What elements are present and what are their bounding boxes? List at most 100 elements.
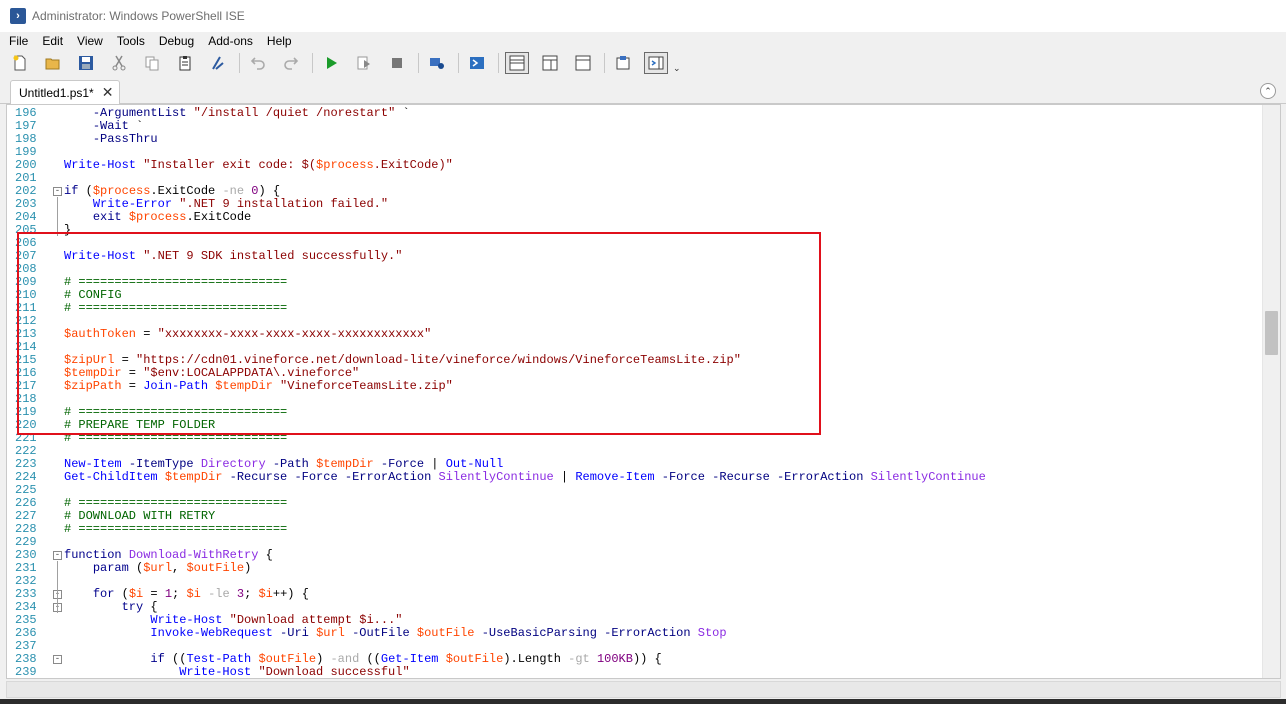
code-line[interactable]: Get-ChildItem $tempDir -Recurse -Force -… [64,471,986,484]
layout-right-icon[interactable] [538,52,562,74]
code-line[interactable]: # ============================= [64,432,287,445]
code-line[interactable]: -PassThru [64,133,158,146]
code-line[interactable]: param ($url, $outFile) [64,562,251,575]
clear-icon[interactable] [206,52,230,74]
fold-toggle-icon[interactable]: - [53,187,62,196]
code-token: # ============================= [64,405,288,419]
code-line[interactable]: Write-Host "Installer exit code: $($proc… [64,159,453,172]
code-token: = [114,353,137,367]
save-icon[interactable] [74,52,98,74]
code-token: SilentlyContinue [438,470,554,484]
code-line[interactable]: Write-Host ".NET 9 SDK installed success… [64,250,402,263]
code-token: -ItemType [128,457,194,471]
code-line[interactable]: $authToken = "xxxxxxxx-xxxx-xxxx-xxxx-xx… [64,328,431,341]
toolbar: ⌄ [0,50,1286,76]
open-icon[interactable] [41,52,65,74]
collapse-script-pane-icon[interactable]: ⌃ [1260,83,1276,99]
menu-addons[interactable]: Add-ons [203,32,258,50]
copy-icon[interactable] [140,52,164,74]
code-token: # ============================= [64,275,288,289]
code-line[interactable]: } [64,224,71,237]
code-line[interactable]: Invoke-WebRequest -Uri $url -OutFile $ou… [64,626,726,640]
layout-top-icon[interactable] [505,52,529,74]
window-title: Administrator: Windows PowerShell ISE [32,9,245,23]
powershell-icon[interactable] [465,52,489,74]
code-token: # CONFIG [64,288,122,302]
code-token: $url [143,561,173,575]
code-token: -Force [380,457,425,471]
code-token: $tempDir [215,379,273,393]
code-token: ; [172,587,187,601]
code-token: if [64,184,79,198]
code-token: "VineforceTeamsLite.zip" [280,379,453,393]
fold-toggle-icon[interactable]: - [53,551,62,560]
layout-max-icon[interactable] [571,52,595,74]
vertical-scrollbar[interactable] [1262,105,1280,678]
code-token: Write-Host [64,249,137,263]
code-token: -ErrorAction [776,470,864,484]
code-token: ++) { [272,587,309,601]
code-token: -UseBasicParsing [481,626,597,640]
menu-file[interactable]: File [4,32,33,50]
code-token: SilentlyContinue [870,470,986,484]
code-line[interactable]: exit $process.ExitCode [64,211,251,224]
toolbar-overflow-icon[interactable]: ⌄ [673,63,681,74]
code-token: # ============================= [64,431,288,445]
redo-icon[interactable] [279,52,303,74]
script-editor[interactable]: 196 197 198 199 200 201 202-203 204 205 206 207 208… [6,104,1281,679]
horizontal-scrollbar[interactable] [6,681,1281,698]
stop-icon[interactable] [385,52,409,74]
code-token: $url [316,626,345,640]
tab-untitled1[interactable]: Untitled1.ps1* ✕ [10,80,120,104]
code-token: exit [92,210,122,224]
paste-icon[interactable] [173,52,197,74]
undo-icon[interactable] [246,52,270,74]
run-icon[interactable] [319,52,343,74]
code-token: $i [128,587,144,601]
code-token: | [553,470,576,484]
toolbar-separator [418,53,419,73]
fold-toggle-icon[interactable]: - [53,655,62,664]
pane-divider[interactable] [0,699,1286,704]
code-token: "xxxxxxxx-xxxx-xxxx-xxxx-xxxxxxxxxxxx" [157,327,432,341]
close-icon[interactable]: ✕ [102,84,114,101]
scrollbar-thumb[interactable] [1265,311,1278,355]
code-token: $i [258,587,273,601]
code-token: Get-Item [380,652,439,666]
code-line[interactable]: # ============================= [64,302,287,315]
remote-icon[interactable] [425,52,449,74]
show-commands-icon[interactable] [611,52,635,74]
code-line[interactable]: # ============================= [64,523,287,536]
cut-icon[interactable] [107,52,131,74]
menu-view[interactable]: View [72,32,108,50]
code-line[interactable]: $zipPath = Join-Path $tempDir "Vineforce… [64,380,453,393]
code-token: "Download attempt $i..." [229,613,403,627]
code-line[interactable]: Write-Host "Download successful" [64,665,409,679]
new-icon[interactable] [8,52,32,74]
code-token: Write-Error [92,197,173,211]
menu-edit[interactable]: Edit [37,32,68,50]
code-area[interactable]: -ArgumentList "/install /quiet /norestar… [64,105,1262,679]
show-addon-icon[interactable] [644,52,668,74]
code-token: .ExitCode [186,210,252,224]
menu-help[interactable]: Help [262,32,297,50]
code-token: Write-Host [150,613,223,627]
menu-debug[interactable]: Debug [154,32,199,50]
code-token: ` [128,119,144,133]
menu-tools[interactable]: Tools [112,32,150,50]
run-selection-icon[interactable] [352,52,376,74]
